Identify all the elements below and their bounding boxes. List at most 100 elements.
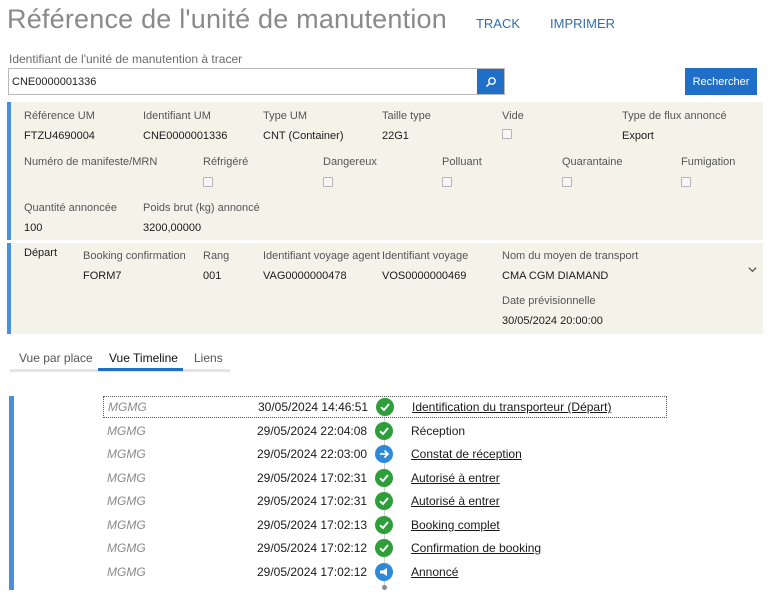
field-type-flux: Type de flux annoncé Export (622, 110, 727, 142)
active-tab-indicator (98, 368, 183, 371)
page-title: Référence de l'unité de manutention (7, 4, 447, 34)
timeline-date: 30/05/2024 14:46:51 (258, 400, 369, 414)
field-booking: Booking confirmation FORM7 (83, 250, 186, 282)
field-value: CMA CGM DIAMAND (502, 270, 609, 282)
field-fumigation: Fumigation (681, 156, 735, 190)
field-label: Réfrigéré (203, 156, 249, 168)
check-icon (375, 515, 393, 534)
quarantaine-checkbox (562, 177, 572, 187)
rechercher-button[interactable]: Rechercher (685, 68, 757, 95)
refrigere-checkbox (203, 177, 213, 187)
timeline-row[interactable]: MGMG 29/05/2024 22:03:00 Constat de récept… (103, 443, 667, 465)
timeline-event-label[interactable]: Identification du transporteur (Départ) (412, 400, 611, 414)
timeline-event-label[interactable]: Confirmation de booking (411, 541, 541, 555)
field-label: Polluant (442, 156, 482, 168)
search-box (8, 68, 505, 95)
field-refrigere: Réfrigéré (203, 156, 248, 190)
tab-vue-par-place[interactable]: Vue par place (19, 351, 93, 365)
field-vide: Vide (502, 110, 524, 142)
field-reference-um: Référence UM FTZU4690004 (24, 110, 95, 142)
field-value: 22G1 (382, 130, 409, 142)
timeline-date: 29/05/2024 17:02:12 (257, 564, 368, 579)
field-label: Rang (203, 250, 230, 262)
timeline-row[interactable]: MGMG 29/05/2024 17:02:31 Autorisé à entrer (103, 490, 667, 512)
megaphone-icon (375, 562, 393, 581)
timeline-bar (9, 396, 14, 590)
field-voyage: Identifiant voyage VOS0000000469 (382, 250, 468, 282)
nav-track-link[interactable]: TRACK (476, 16, 520, 31)
timeline-event-label[interactable]: Annoncé (411, 565, 458, 579)
field-value: VOS0000000469 (382, 270, 467, 282)
field-voyage-agent: Identifiant voyage agent VAG0000000478 (263, 250, 380, 282)
field-value: 3200,00000 (143, 222, 202, 234)
check-icon (375, 539, 393, 557)
field-label: Vide (502, 110, 524, 122)
timeline-actor: MGMG (107, 564, 146, 579)
field-transport: Nom du moyen de transport CMA CGM DIAMAN… (502, 250, 638, 282)
field-label: Date prévisionnelle (502, 295, 596, 307)
timeline-event-label[interactable]: Booking complet (411, 518, 500, 532)
search-input[interactable] (9, 69, 477, 94)
field-label: Type de flux annoncé (622, 110, 727, 122)
timeline-row[interactable]: MGMG 29/05/2024 17:02:13 Booking complet (103, 514, 667, 536)
field-value: 100 (24, 222, 43, 234)
field-type-um: Type UM CNT (Container) (263, 110, 344, 142)
depart-panel: Départ Booking confirmation FORM7 Rang 0… (7, 243, 763, 334)
depart-section-label: Départ (24, 247, 58, 259)
field-polluant: Polluant (442, 156, 482, 190)
field-label: Numéro de manifeste/MRN (24, 156, 158, 168)
field-value: 30/05/2024 20:00:00 (502, 315, 603, 327)
timeline-event-label[interactable]: Autorisé à entrer (411, 471, 500, 485)
timeline-event-label[interactable]: Autorisé à entrer (411, 494, 500, 508)
arrow-right-icon (375, 445, 393, 463)
field-value: 001 (203, 270, 222, 282)
timeline-date: 29/05/2024 17:02:31 (257, 494, 368, 508)
timeline-row[interactable]: MGMG 29/05/2024 17:02:12 Confirmation de b… (103, 537, 667, 559)
field-label: Identifiant UM (143, 110, 211, 122)
search-icon (485, 76, 496, 87)
field-poids: Poids brut (kg) annoncé 3200,00000 (143, 202, 260, 234)
timeline-date: 29/05/2024 17:02:13 (257, 517, 368, 532)
dangereux-checkbox (323, 177, 333, 187)
field-value: FTZU4690004 (24, 130, 95, 142)
field-manifeste: Numéro de manifeste/MRN (24, 156, 157, 168)
field-label: Quantité annoncée (24, 202, 117, 214)
vide-checkbox (502, 129, 512, 139)
field-value: FORM7 (83, 270, 122, 282)
field-value: Export (622, 130, 654, 142)
field-taille-type: Taille type 22G1 (382, 110, 431, 142)
field-label: Dangereux (323, 156, 377, 168)
timeline-actor: MGMG (107, 541, 146, 555)
polluant-checkbox (442, 177, 452, 187)
page-header: Référence de l'unité de manutention TRAC… (7, 4, 615, 40)
field-quarantaine: Quarantaine (562, 156, 623, 190)
field-label: Nom du moyen de transport (502, 250, 639, 262)
fumigation-checkbox (681, 177, 691, 187)
timeline-date: 29/05/2024 17:02:12 (257, 541, 368, 555)
check-icon (375, 468, 393, 487)
field-identifiant-um: Identifiant UM CNE0000001336 (143, 110, 227, 142)
chevron-down-icon[interactable] (748, 265, 757, 274)
timeline-actor: MGMG (107, 517, 146, 532)
timeline-date: 29/05/2024 17:02:31 (257, 470, 368, 485)
timeline-actor: MGMG (108, 400, 147, 414)
nav-imprimer-link[interactable]: IMPRIMER (550, 16, 615, 31)
field-label: Référence UM (24, 110, 95, 122)
timeline-actor: MGMG (107, 423, 146, 438)
timeline-event-label[interactable]: Constat de réception (411, 447, 522, 461)
timeline-row[interactable]: MGMG 29/05/2024 17:02:31 Autorisé à entrer (103, 467, 667, 489)
timeline-row[interactable]: MGMG 30/05/2024 14:46:51 Identification du… (103, 396, 667, 418)
search-button[interactable] (477, 69, 504, 94)
field-label: Identifiant voyage (382, 250, 469, 262)
field-dangereux: Dangereux (323, 156, 377, 190)
check-icon (376, 398, 394, 416)
tab-vue-timeline[interactable]: Vue Timeline (109, 351, 178, 365)
tab-liens[interactable]: Liens (194, 351, 223, 365)
timeline-row[interactable]: MGMG 29/05/2024 17:02:12 Annoncé (103, 561, 667, 583)
field-quantite: Quantité annoncée 100 (24, 202, 117, 234)
timeline-row[interactable]: MGMG 29/05/2024 22:04:08 Réception (103, 420, 667, 442)
check-icon (375, 492, 393, 510)
timeline-actor: MGMG (107, 470, 146, 485)
check-icon (375, 421, 393, 440)
timeline-end-dot (382, 585, 387, 590)
